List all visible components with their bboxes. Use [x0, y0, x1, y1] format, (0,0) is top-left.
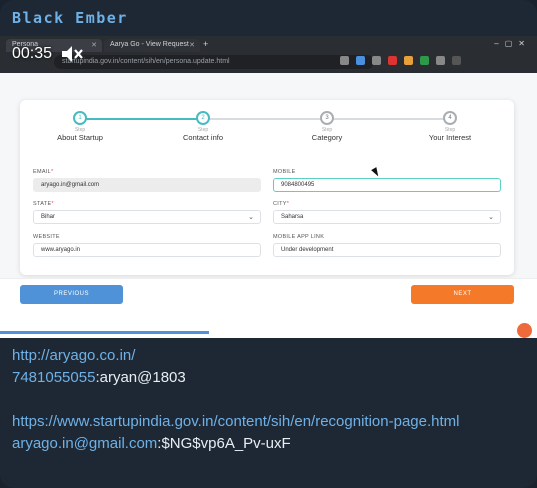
- email-field: EMAIL* aryago.in@gmail.com: [33, 169, 261, 192]
- app-link-field: MOBILE APP LINK Under development: [273, 234, 501, 257]
- video-timer: 00:35: [12, 45, 53, 62]
- window-controls[interactable]: –▢✕: [494, 39, 531, 48]
- tab-aarya-go[interactable]: Aarya Go - View Request ✕: [104, 39, 200, 52]
- extension-icon[interactable]: [404, 56, 413, 65]
- app-link-input[interactable]: Under development: [273, 243, 501, 257]
- previous-button[interactable]: PREVIOUS: [20, 285, 123, 304]
- extension-icon[interactable]: [356, 56, 365, 65]
- city-field: CITY* Saharsa ⌄: [273, 201, 501, 224]
- chevron-down-icon: ⌄: [248, 214, 254, 221]
- new-tab-icon[interactable]: +: [203, 39, 208, 49]
- extension-icon[interactable]: [420, 56, 429, 65]
- email-link[interactable]: aryago.in@gmail.com: [12, 435, 157, 452]
- support-icon[interactable]: [515, 321, 534, 338]
- next-button[interactable]: NEXT: [411, 285, 514, 304]
- sender-name[interactable]: Black Ember: [12, 9, 128, 27]
- step-category[interactable]: 3 Step Category: [272, 111, 382, 142]
- extension-icons: [340, 56, 461, 65]
- address-bar[interactable]: startupindia.gov.in/content/sih/en/perso…: [54, 55, 374, 69]
- profile-form: 1 Step About Startup 2 Step Contact info…: [20, 100, 514, 275]
- form-navigation: PREVIOUS NEXT: [0, 278, 537, 338]
- website-input[interactable]: www.aryago.in: [33, 243, 261, 257]
- step-contact-info[interactable]: 2 Step Contact info: [148, 111, 258, 142]
- close-icon[interactable]: ✕: [91, 41, 97, 49]
- link-aryago[interactable]: http://aryago.co.in/: [12, 347, 135, 364]
- step-your-interest[interactable]: 4 Step Your Interest: [395, 111, 505, 142]
- browser-chrome: Persona ✕ Aarya Go - View Request ✕ + –▢✕ …: [0, 36, 537, 73]
- extension-icon[interactable]: [340, 56, 349, 65]
- email-input[interactable]: aryago.in@gmail.com: [33, 178, 261, 192]
- phone-link[interactable]: 7481055055: [12, 369, 95, 386]
- mobile-input[interactable]: 9084800495: [273, 178, 501, 192]
- mobile-field: MOBILE 9084800495: [273, 169, 501, 192]
- city-select[interactable]: Saharsa ⌄: [273, 210, 501, 224]
- extension-icon[interactable]: [436, 56, 445, 65]
- link-recognition-page[interactable]: https://www.startupindia.gov.in/content/…: [12, 413, 459, 430]
- chevron-down-icon: ⌄: [488, 214, 494, 221]
- mute-icon[interactable]: [60, 44, 84, 64]
- state-select[interactable]: Bihar ⌄: [33, 210, 261, 224]
- extension-icon[interactable]: [388, 56, 397, 65]
- video-player[interactable]: Persona ✕ Aarya Go - View Request ✕ + –▢✕ …: [0, 36, 537, 338]
- step-about-startup[interactable]: 1 Step About Startup: [25, 111, 135, 142]
- profile-icon[interactable]: [452, 56, 461, 65]
- message-card: Black Ember Persona ✕ Aarya Go - View Req…: [0, 0, 537, 488]
- website-field: WEBSITE www.aryago.in: [33, 234, 261, 257]
- web-page: 1 Step About Startup 2 Step Contact info…: [0, 73, 537, 338]
- extension-icon[interactable]: [372, 56, 381, 65]
- close-icon[interactable]: ✕: [189, 41, 195, 49]
- state-field: STATE* Bihar ⌄: [33, 201, 261, 224]
- video-progress-bar[interactable]: [0, 331, 209, 334]
- message-text: http://aryago.co.in/ 7481055055:aryan@18…: [12, 347, 460, 452]
